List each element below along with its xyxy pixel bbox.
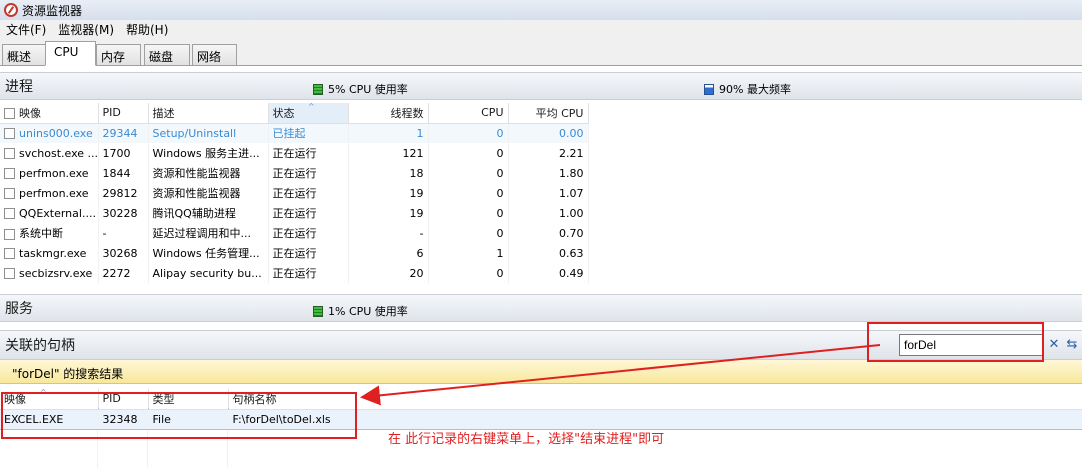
select-all-checkbox[interactable] — [4, 108, 15, 120]
table-row[interactable]: taskmgr.exe 30268 Windows 任务管理... 正在运行 610… — [0, 243, 589, 263]
row-checkbox[interactable] — [4, 188, 15, 199]
col-avg-cpu[interactable]: 平均 CPU — [508, 103, 589, 124]
sort-caret-icon: ^ — [40, 388, 47, 397]
col-pid[interactable]: PID — [98, 103, 149, 124]
processes-table-header: 映像 PID 描述 ^ 状态 线程数 CPU 平均 CPU — [0, 102, 589, 124]
col-handle-image[interactable]: ^ 映像 — [0, 388, 99, 410]
column-divider — [227, 430, 228, 468]
processes-title: 进程 — [5, 79, 33, 95]
menu-monitor[interactable]: 监视器(M) — [54, 21, 118, 38]
tab-disk[interactable]: 磁盘 — [144, 44, 190, 65]
cpu-usage-meter: 5% CPU 使用率 — [313, 81, 408, 97]
search-refresh-icon[interactable]: ⇆ — [1063, 336, 1081, 354]
col-cpu[interactable]: CPU — [428, 103, 509, 124]
max-frequency-icon — [704, 83, 714, 95]
row-checkbox[interactable] — [4, 128, 15, 140]
tab-network[interactable]: 网络 — [192, 44, 237, 65]
column-divider — [147, 430, 148, 468]
tab-memory[interactable]: 内存 — [96, 44, 141, 65]
menu-file[interactable]: 文件(F) — [2, 21, 50, 38]
handles-table: ^ 映像 PID 类型 句柄名称 EXCEL.EXE 32348 File F:\… — [0, 388, 1082, 430]
handle-search-input[interactable] — [899, 334, 1044, 356]
table-row[interactable]: EXCEL.EXE 32348 File F:\forDel\toDel.xls — [0, 408, 1082, 430]
row-checkbox[interactable] — [4, 148, 15, 159]
col-status[interactable]: ^ 状态 — [268, 102, 349, 124]
table-row[interactable]: svchost.exe ... 1700 Windows 服务主进... 正在运行 … — [0, 143, 589, 163]
cpu-usage-label: 5% CPU 使用率 — [328, 83, 408, 96]
services-title: 服务 — [5, 301, 33, 317]
table-row[interactable]: unins000.exe 29344 Setup/Uninstall 已挂起 100… — [0, 123, 589, 143]
tab-bar: 概述 CPU 内存 磁盘 网络 — [0, 39, 1082, 66]
col-handle-name[interactable]: 句柄名称 — [228, 389, 1082, 410]
cpu-usage-icon — [313, 83, 323, 95]
services-header[interactable]: 服务 1% CPU 使用率 — [0, 294, 1082, 322]
row-checkbox[interactable] — [4, 268, 15, 279]
col-handle-type[interactable]: 类型 — [148, 389, 229, 410]
sort-caret-icon: ^ — [308, 102, 315, 111]
tab-overview[interactable]: 概述 — [2, 44, 46, 65]
resource-monitor-icon — [4, 3, 18, 17]
col-image[interactable]: 映像 — [0, 103, 99, 124]
table-row[interactable]: perfmon.exe 29812 资源和性能监视器 正在运行 19 0 1.07 — [0, 183, 589, 203]
max-frequency-meter: 90% 最大频率 — [704, 81, 791, 97]
title-bar: 资源监视器 — [0, 0, 1082, 20]
processes-table: 映像 PID 描述 ^ 状态 线程数 CPU 平均 CPU unins000.ex… — [0, 102, 589, 283]
window-title: 资源监视器 — [22, 3, 83, 18]
handles-title: 关联的句柄 — [5, 338, 75, 354]
menu-help[interactable]: 帮助(H) — [122, 21, 172, 38]
handles-table-header: ^ 映像 PID 类型 句柄名称 — [0, 388, 1082, 410]
row-checkbox[interactable] — [4, 228, 15, 240]
col-handle-pid[interactable]: PID — [98, 389, 149, 410]
column-divider — [97, 430, 98, 468]
max-frequency-label: 90% 最大频率 — [719, 83, 791, 96]
table-row[interactable]: 系统中断 - 延迟过程调用和中... 正在运行 -0 0.70 — [0, 223, 589, 243]
clear-search-icon[interactable]: ✕ — [1046, 336, 1062, 354]
processes-header[interactable]: 进程 5% CPU 使用率 90% 最大频率 — [0, 72, 1082, 100]
col-threads[interactable]: 线程数 — [348, 103, 429, 124]
search-results-label: "forDel" 的搜索结果 — [0, 360, 1082, 384]
services-cpu-meter: 1% CPU 使用率 — [313, 303, 408, 319]
table-row[interactable]: secbizsrv.exe 2272 Alipay security bu... 正… — [0, 263, 589, 283]
table-row[interactable]: QQExternal.... 30228 腾讯QQ辅助进程 正在运行 19 0 1.00 — [0, 203, 589, 223]
row-checkbox[interactable] — [4, 248, 15, 259]
annotation-text: 在 此行记录的右键菜单上，选择"结束进程"即可 — [388, 432, 665, 447]
row-checkbox[interactable] — [4, 168, 15, 179]
menu-bar: 文件(F) 监视器(M) 帮助(H) — [0, 20, 1082, 39]
table-row[interactable]: perfmon.exe 1844 资源和性能监视器 正在运行 18 0 1.80 — [0, 163, 589, 183]
row-checkbox[interactable] — [4, 208, 15, 219]
services-cpu-label: 1% CPU 使用率 — [328, 305, 408, 318]
services-cpu-icon — [313, 305, 323, 317]
col-description[interactable]: 描述 — [148, 103, 269, 124]
tab-cpu[interactable]: CPU — [45, 41, 96, 66]
